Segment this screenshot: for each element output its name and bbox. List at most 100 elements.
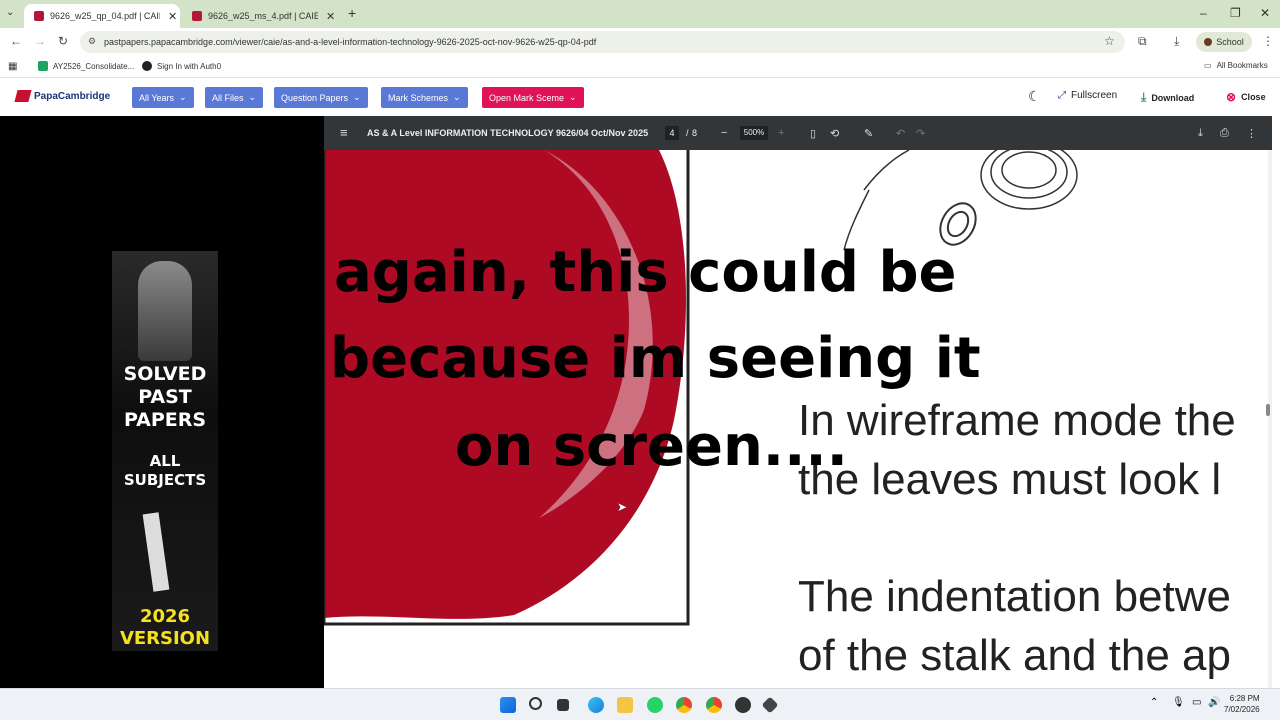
question-papers-dropdown[interactable]: Question Papers ⌄ xyxy=(274,87,368,108)
maximize-icon[interactable]: ❐ xyxy=(1230,6,1241,20)
apps-grid-icon[interactable]: ▦ xyxy=(8,61,17,72)
site-info-icon[interactable]: ⚙ xyxy=(88,36,96,47)
hamburger-menu-icon[interactable]: ≡ xyxy=(340,125,348,140)
undo-icon[interactable]: ↶ xyxy=(896,127,905,140)
open-mark-scheme-button[interactable]: Open Mark Sceme ⌄ xyxy=(482,87,584,108)
address-bar[interactable]: pastpapers.papacambridge.com/viewer/caie… xyxy=(80,31,1125,53)
bookmark-star-icon[interactable]: ☆ xyxy=(1104,34,1115,48)
ad-portrait-image xyxy=(138,261,192,361)
redo-icon[interactable]: ↷ xyxy=(916,127,925,140)
windows-start-icon[interactable] xyxy=(500,697,516,713)
pdf-more-icon[interactable]: ⋮ xyxy=(1246,127,1257,140)
all-bookmarks-label: All Bookmarks xyxy=(1216,61,1268,70)
caption-line: because im seeing it xyxy=(330,326,981,391)
ad-line: PAPERS xyxy=(123,409,207,431)
volume-icon[interactable]: 🔊 xyxy=(1208,697,1220,708)
back-icon[interactable]: ← xyxy=(10,34,22,48)
pdf-scrollbar[interactable] xyxy=(1268,150,1272,688)
close-tab-icon[interactable]: ✕ xyxy=(168,10,177,23)
bookmark-consolidate[interactable]: AY2526_Consolidate... xyxy=(38,61,134,71)
close-button[interactable]: ⊗ Close xyxy=(1226,90,1266,104)
reload-icon[interactable]: ↻ xyxy=(58,34,68,48)
fit-page-icon[interactable]: ▯ xyxy=(810,127,816,140)
menu-kebab-icon[interactable]: ⋮ xyxy=(1262,34,1274,48)
auth0-icon xyxy=(142,61,152,71)
extensions-icon[interactable]: ⧉ xyxy=(1138,34,1147,49)
window-close-icon[interactable]: ✕ xyxy=(1260,6,1270,20)
pdf-text-line: the leaves must look l xyxy=(798,455,1222,504)
wireframe-ring xyxy=(946,210,970,238)
bookmark-label: AY2526_Consolidate... xyxy=(53,61,135,71)
file-explorer-icon[interactable] xyxy=(617,697,633,713)
chrome-icon[interactable] xyxy=(676,697,692,713)
new-tab-icon[interactable]: + xyxy=(348,5,356,21)
print-icon[interactable]: ⎙ xyxy=(1220,127,1229,140)
chrome-profile-icon[interactable] xyxy=(706,697,722,713)
downloads-icon[interactable]: ⤓ xyxy=(1174,34,1179,49)
pdf-text-line: In wireframe mode the xyxy=(798,396,1236,445)
windows-taskbar: ⌃ 🎙 ▭ 🔊 6:28 PM 7/02/2026 xyxy=(0,688,1280,720)
ad-line: 2026 xyxy=(139,606,191,627)
microphone-icon[interactable]: 🎙 xyxy=(1172,697,1185,708)
stalk-line xyxy=(863,150,910,191)
whatsapp-icon[interactable] xyxy=(647,697,663,713)
mark-schemes-dropdown[interactable]: Mark Schemes ⌄ xyxy=(381,87,468,108)
chevron-down-icon: ⌄ xyxy=(569,92,577,102)
caption-line: on screen.... xyxy=(455,414,848,479)
close-tab-icon[interactable]: ✕ xyxy=(326,10,335,23)
tab-mark-scheme[interactable]: 9626_w25_ms_4.pdf | CAIE | Pa ✕ xyxy=(182,4,342,28)
minimize-icon[interactable]: – xyxy=(1200,6,1207,20)
bookmark-label: Sign In with Auth0 xyxy=(157,61,222,71)
obs-icon[interactable] xyxy=(735,697,751,713)
dropdown-label: Question Papers xyxy=(281,92,349,103)
annotate-icon[interactable]: ✎ xyxy=(864,127,873,140)
pdf-scroll-thumb[interactable] xyxy=(1266,404,1270,416)
chevron-down-icon: ⌄ xyxy=(453,92,461,102)
folder-icon: ▭ xyxy=(1204,61,1212,70)
pdf-download-icon[interactable]: ⤓ xyxy=(1198,127,1203,140)
papacambridge-logo[interactable]: PapaCambridge xyxy=(14,90,111,102)
edge-icon[interactable] xyxy=(588,697,604,713)
tab-question-paper[interactable]: 9626_w25_qp_04.pdf | CAIE | Pa ✕ xyxy=(24,4,180,28)
system-clock[interactable]: 6:28 PM 7/02/2026 xyxy=(1224,693,1260,715)
zoom-in-icon[interactable]: + xyxy=(778,127,784,139)
zoom-out-icon[interactable]: − xyxy=(721,127,727,139)
bookmarks-bar: ▦ AY2526_Consolidate... Sign In with Aut… xyxy=(0,56,1280,78)
all-years-dropdown[interactable]: All Years ⌄ xyxy=(132,87,194,108)
fullscreen-button[interactable]: ⤢ Fullscreen xyxy=(1058,90,1117,101)
dropdown-label: Mark Schemes xyxy=(388,92,449,103)
dark-mode-toggle-icon[interactable]: ☾ xyxy=(1028,88,1041,105)
browser-toolbar: ← → ↻ pastpapers.papacambridge.com/viewe… xyxy=(0,28,1280,56)
logo-text: PapaCambridge xyxy=(34,90,111,102)
zoom-level-input[interactable]: 500% xyxy=(740,126,768,140)
all-bookmarks-button[interactable]: ▭ All Bookmarks xyxy=(1204,61,1268,70)
tab-title: 9626_w25_ms_4.pdf | CAIE | Pa xyxy=(208,11,318,21)
search-icon[interactable] xyxy=(529,697,542,710)
page-number-input[interactable]: 4 xyxy=(665,126,679,140)
solved-papers-ad[interactable]: SOLVED PAST PAPERS ALL SUBJECTS 2026 VER… xyxy=(112,251,218,651)
chevron-down-icon: ⌄ xyxy=(248,92,257,102)
task-view-icon[interactable] xyxy=(557,699,569,711)
dropdown-label: All Files xyxy=(212,92,244,103)
total-pages: 8 xyxy=(692,128,698,138)
rotate-icon[interactable]: ⟲ xyxy=(830,127,839,140)
tray-chevron-up-icon[interactable]: ⌃ xyxy=(1150,697,1158,708)
download-button[interactable]: ⤓ Download xyxy=(1141,90,1194,105)
app-icon[interactable] xyxy=(761,696,779,714)
download-icon: ⤓ xyxy=(1141,90,1147,104)
ad-book-image xyxy=(142,512,170,592)
tab-search-icon[interactable]: ⌄ xyxy=(6,7,14,18)
button-label: Close xyxy=(1241,92,1266,102)
pdf-text-line: The indentation betwe xyxy=(798,572,1231,621)
all-files-dropdown[interactable]: All Files ⌄ xyxy=(205,87,264,108)
ad-line: SUBJECTS xyxy=(123,471,207,489)
forward-icon[interactable]: → xyxy=(34,34,46,48)
ad-line: ALL xyxy=(149,452,181,470)
profile-button[interactable]: School xyxy=(1196,32,1252,52)
browser-tab-strip: ⌄ 9626_w25_qp_04.pdf | CAIE | Pa ✕ 9626_… xyxy=(0,0,1280,28)
ad-line: VERSION xyxy=(119,628,211,649)
papacambridge-favicon-icon xyxy=(192,11,202,21)
network-icon[interactable]: ▭ xyxy=(1192,697,1201,708)
bookmark-auth0[interactable]: Sign In with Auth0 xyxy=(142,61,221,71)
button-label: Download xyxy=(1151,92,1195,103)
